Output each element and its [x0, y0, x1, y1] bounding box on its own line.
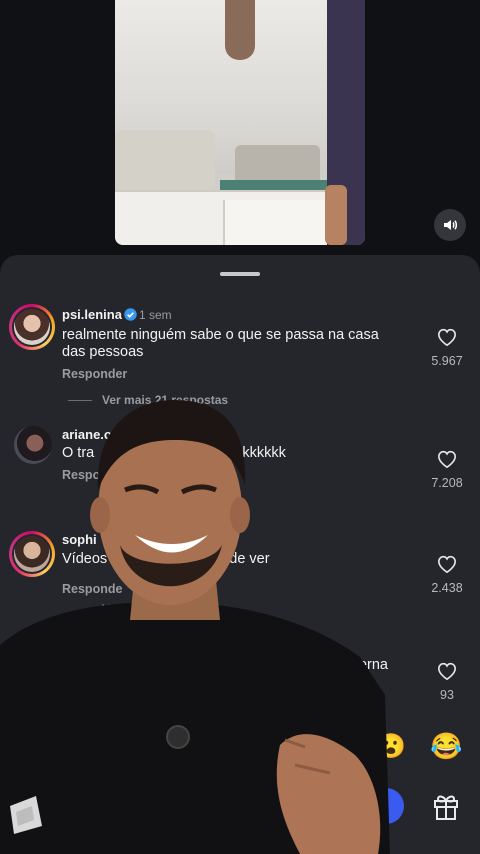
avatar[interactable] — [9, 304, 55, 350]
comment-text-line: realmente ninguém sabe o que se passa na… — [62, 327, 379, 343]
like-count: 93 — [440, 688, 454, 702]
avatar-photo — [14, 309, 50, 345]
heart-icon[interactable] — [436, 327, 458, 347]
video-object — [115, 130, 215, 190]
video-object — [225, 0, 255, 60]
volume-button[interactable] — [434, 209, 466, 241]
video-person — [325, 185, 347, 245]
heart-icon[interactable] — [436, 661, 458, 681]
comment-text-line: das pessoas — [62, 344, 144, 360]
comment-username[interactable]: psi.lenina — [62, 307, 122, 322]
emoji-reaction-button[interactable]: 😂 — [430, 731, 462, 761]
like-count: 2.438 — [431, 581, 463, 595]
reactor-person-overlay — [0, 400, 390, 854]
reply-button[interactable]: Responder — [62, 367, 127, 381]
like-count: 7.208 — [431, 476, 463, 490]
phone-in-hand — [10, 796, 42, 834]
verified-badge-icon — [124, 308, 137, 321]
speaker-icon — [444, 220, 458, 230]
heart-icon[interactable] — [436, 554, 458, 574]
heart-icon[interactable] — [436, 449, 458, 469]
like-count: 5.967 — [431, 354, 463, 368]
video-object — [223, 200, 332, 245]
gift-icon[interactable] — [432, 791, 460, 821]
sheet-drag-handle[interactable] — [220, 272, 260, 276]
comment-time: 1 sem — [139, 308, 172, 322]
reel-video[interactable] — [115, 0, 365, 245]
